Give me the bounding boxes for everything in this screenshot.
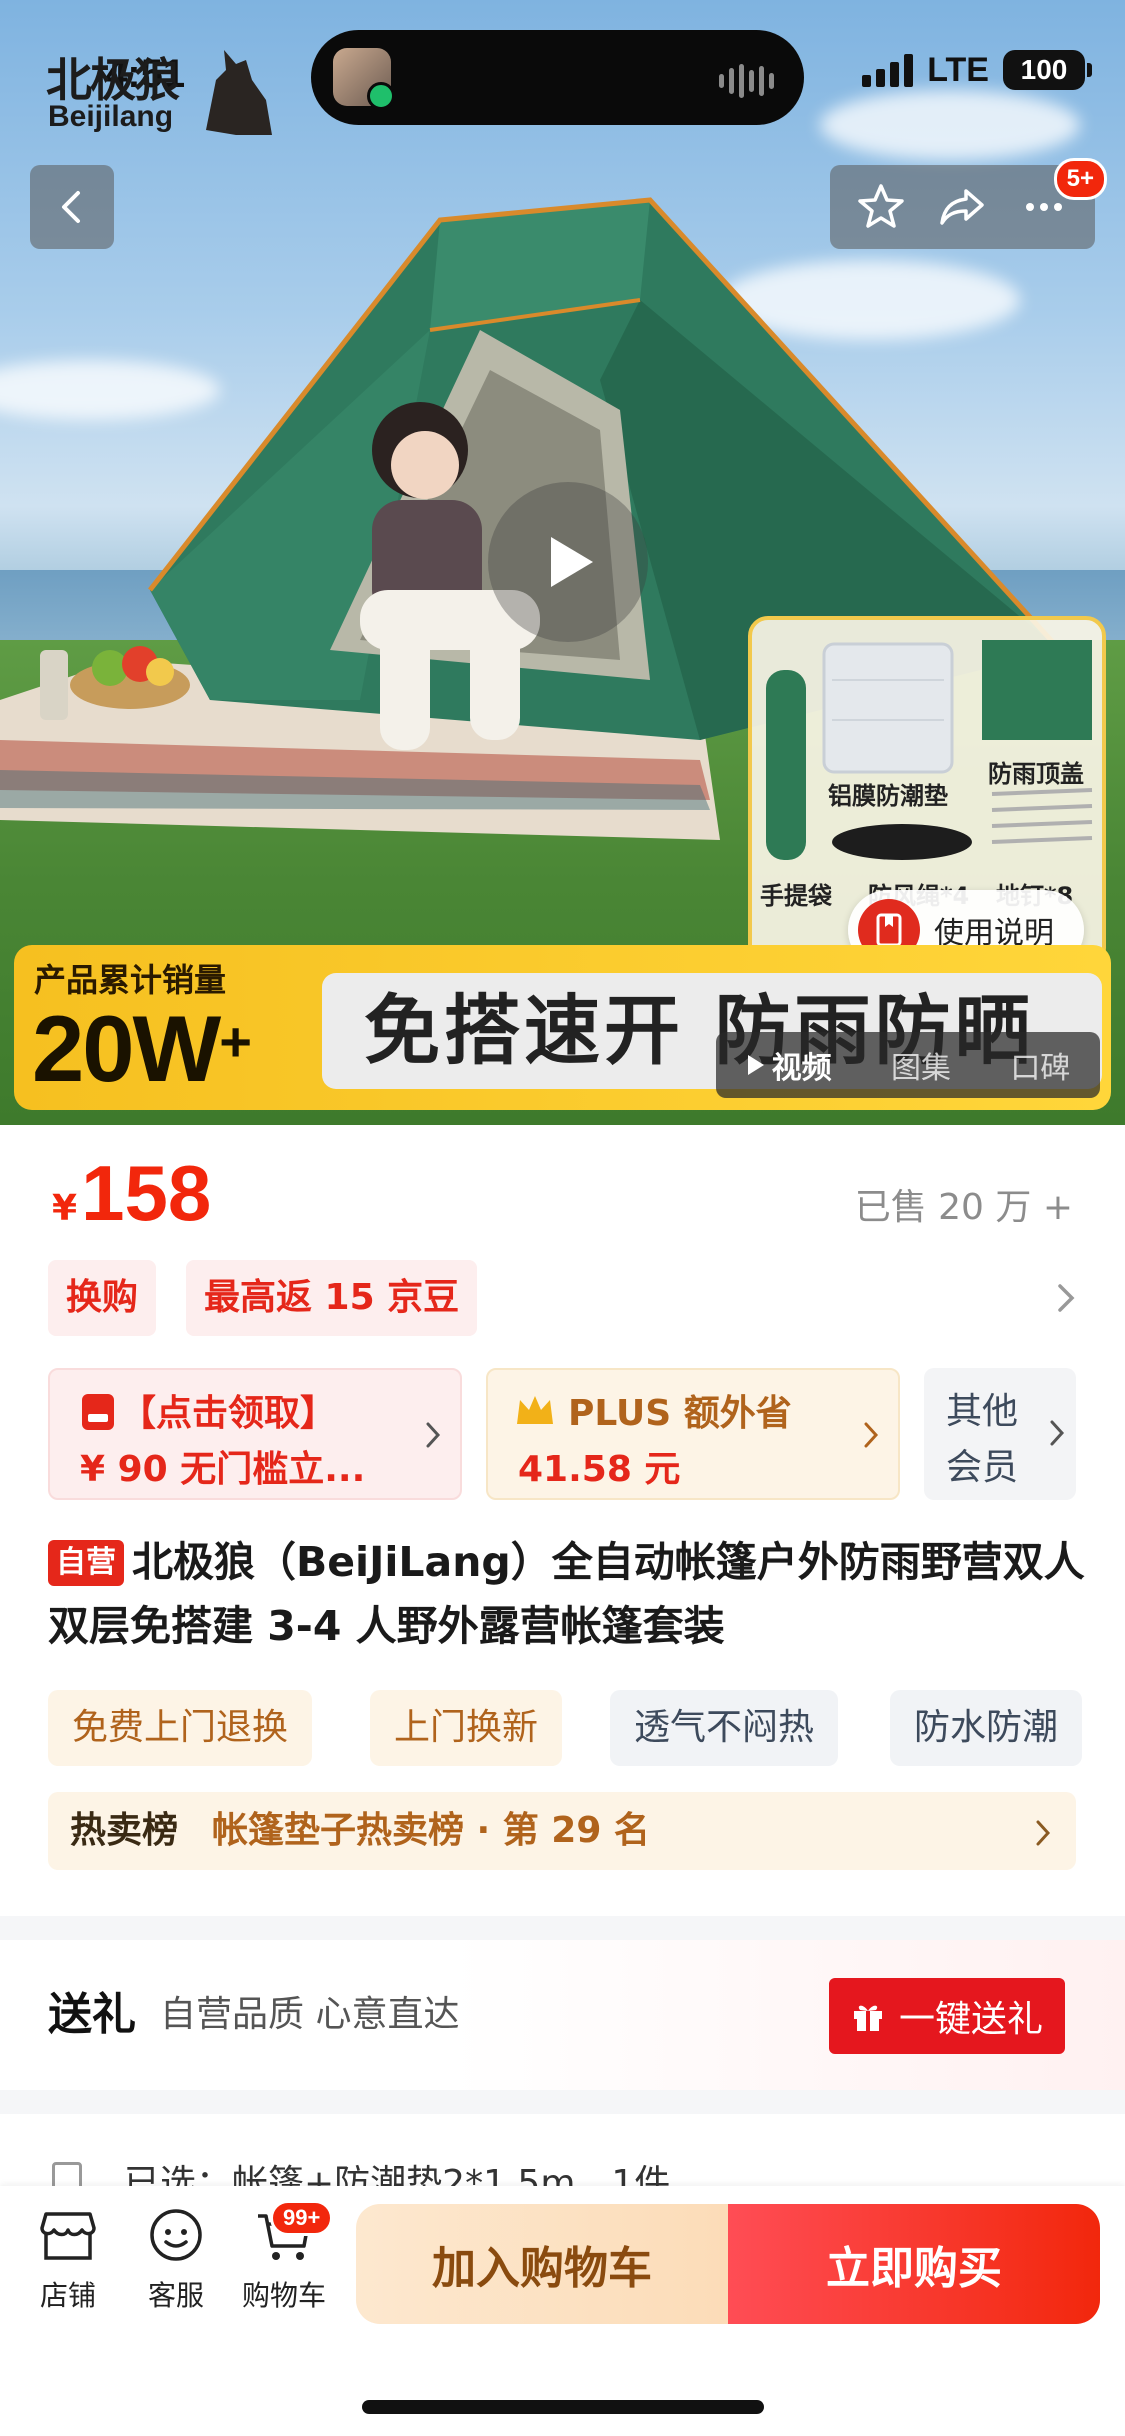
promo-row[interactable]: 换购 最高返 15 京豆 <box>48 1260 1078 1336</box>
cart-label: 购物车 <box>241 2279 326 2312</box>
best-seller-rank[interactable]: 热卖榜 帐篷垫子热卖榜 · 第 29 名 <box>48 1792 1076 1870</box>
tab-reviews[interactable]: 口碑 <box>1010 1043 1070 1087</box>
store-icon <box>40 2212 96 2260</box>
signal-icon <box>862 53 914 87</box>
chevron-right-icon <box>1050 1420 1065 1446</box>
self-operated-badge-icon <box>82 1394 114 1430</box>
section-divider <box>0 2090 1125 2114</box>
self-operated-tag: 自营 <box>48 1540 124 1586</box>
other-label: 其他 <box>946 1391 1019 1432</box>
chevron-left-icon <box>62 191 80 223</box>
gift-subtitle: 自营品质 心意直达 <box>160 1994 460 2035</box>
crown-icon <box>517 1396 553 1424</box>
other-membership-card[interactable]: 其他 会员 <box>924 1368 1076 1500</box>
cart-count-badge: 99+ <box>270 2200 334 2236</box>
member-label: 会员 <box>946 1447 1019 1488</box>
jingdou-rebate-tag: 最高返 15 京豆 <box>186 1260 478 1336</box>
home-indicator[interactable] <box>362 2400 764 2414</box>
tab-video[interactable]: 视频 <box>746 1043 832 1087</box>
battery-icon: 100 <box>1003 50 1092 90</box>
back-button[interactable] <box>30 165 114 249</box>
share-icon[interactable] <box>936 181 988 233</box>
plus-amount: 41.58 元 <box>518 1449 681 1490</box>
media-tabs: 视频 图集 口碑 <box>716 1032 1100 1098</box>
accessory-label: 手提袋 <box>760 882 832 910</box>
customer-service-button[interactable]: 客服 <box>126 2208 226 2314</box>
play-icon <box>551 537 593 587</box>
accessory-label: 防雨顶盖 <box>988 760 1084 788</box>
shop-label: 店铺 <box>39 2279 96 2312</box>
status-indicators: LTE 100 <box>862 50 1092 90</box>
brand-logo: 北极狼 Beijilang <box>46 40 296 140</box>
add-to-cart-button[interactable]: 加入购物车 <box>356 2204 728 2324</box>
bottom-action-bar: 店铺 客服 购物车 99+ 加入购物车 立即购买 <box>0 2186 1125 2436</box>
coupon-card[interactable]: 【点击领取】 ¥ 90 无门槛立... <box>48 1368 462 1500</box>
rank-label: 热卖榜 <box>70 1810 179 1851</box>
service-tag[interactable]: 透气不闷热 <box>610 1690 839 1766</box>
cloud <box>820 90 1080 160</box>
notification-badge: 5+ <box>1053 158 1107 200</box>
gift-section: 送礼 自营品质 心意直达 一键送礼 <box>0 1940 1125 2090</box>
price-value: 158 <box>81 1149 212 1237</box>
chevron-right-icon <box>1058 1284 1075 1312</box>
chat-face-icon <box>150 2209 202 2261</box>
service-tag[interactable]: 免费上门退换 <box>48 1690 313 1766</box>
send-gift-label: 一键送礼 <box>898 1999 1043 2040</box>
section-divider <box>0 1916 1125 1940</box>
product-title: 自营 北极狼（BeiJiLang）全自动帐篷户外防雨野营双人双层免搭建 3-4 人… <box>48 1530 1093 1658</box>
coupon-title: 【点击领取】 <box>120 1393 337 1434</box>
price: ¥ 158 <box>52 1148 211 1239</box>
audio-wave-icon <box>719 64 774 98</box>
currency-symbol: ¥ <box>52 1188 78 1229</box>
buy-now-button[interactable]: 立即购买 <box>728 2204 1100 2324</box>
service-label: 客服 <box>147 2279 204 2312</box>
chevron-right-icon <box>864 1422 879 1448</box>
star-icon[interactable] <box>855 181 907 233</box>
accessory-label: 铝膜防潮垫 <box>828 782 948 810</box>
rank-value: 帐篷垫子热卖榜 · 第 29 名 <box>212 1810 650 1851</box>
sold-count: 已售 20 万 + <box>854 1187 1073 1228</box>
chevron-right-icon <box>426 1422 441 1448</box>
brand-name-en: Beijilang <box>48 100 174 133</box>
play-video-button[interactable] <box>488 482 648 642</box>
shop-button[interactable]: 店铺 <box>18 2208 118 2314</box>
tab-gallery[interactable]: 图集 <box>891 1043 951 1087</box>
send-gift-button[interactable]: 一键送礼 <box>829 1978 1065 2054</box>
coupon-detail: ¥ 90 无门槛立... <box>80 1449 366 1490</box>
wolf-icon <box>206 50 272 135</box>
service-tag[interactable]: 上门换新 <box>370 1690 563 1766</box>
network-type: LTE <box>927 50 989 89</box>
now-playing-thumbnail <box>333 48 395 110</box>
dynamic-island <box>311 30 804 125</box>
sales-value: 20W+ <box>32 996 252 1101</box>
plus-title: PLUS 额外省 <box>568 1393 792 1434</box>
chevron-right-icon <box>1036 1820 1051 1846</box>
trade-in-tag: 换购 <box>48 1260 157 1336</box>
gift-heading: 送礼 <box>48 1989 136 2040</box>
plus-savings-card[interactable]: PLUS 额外省 41.58 元 <box>486 1368 900 1500</box>
play-small-icon <box>747 1055 764 1075</box>
product-hero-image[interactable]: 4:51 LTE 100 北极狼 Beijilang 5+ 铝膜防潮垫 防雨顶盖… <box>0 0 1125 1125</box>
product-title-text: 北极狼（BeiJiLang）全自动帐篷户外防雨野营双人双层免搭建 3-4 人野外… <box>48 1538 1085 1650</box>
gift-icon <box>853 2005 882 2031</box>
service-tag[interactable]: 防水防潮 <box>890 1690 1083 1766</box>
